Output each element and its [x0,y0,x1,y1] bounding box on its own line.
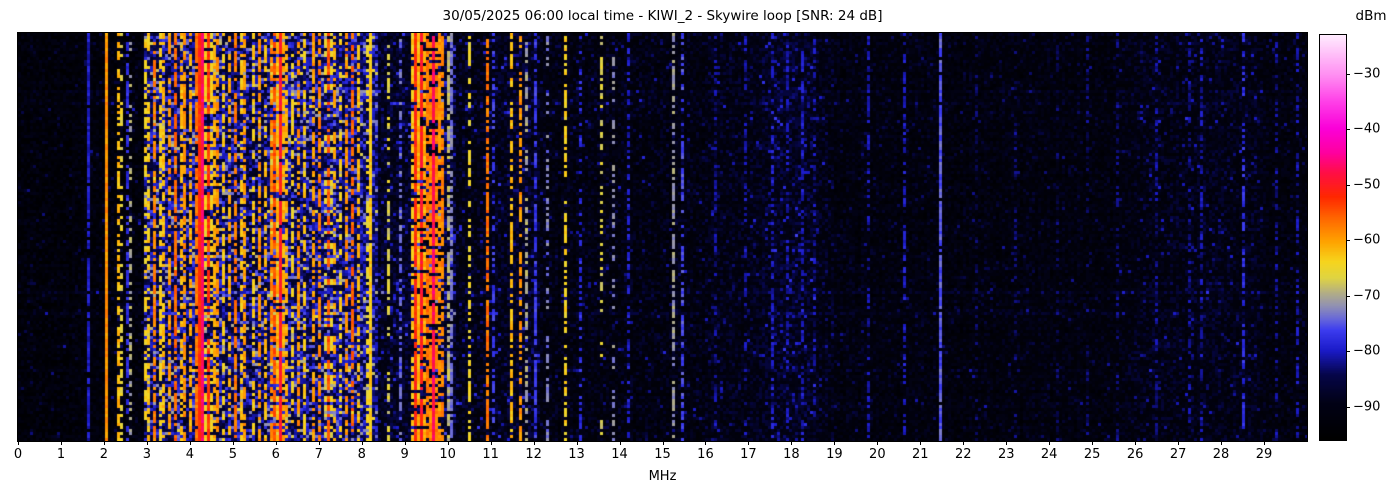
x-axis-tick [491,441,492,445]
x-axis-tick [319,441,320,445]
x-axis-tick [1178,441,1179,445]
x-axis-tick-label: 22 [955,447,972,462]
x-axis-tick [1221,441,1222,445]
x-axis-tick-label: 16 [697,447,714,462]
x-axis-tick-label: 29 [1256,447,1273,462]
x-axis-tick-label: 5 [229,447,237,462]
x-axis-tick-label: 27 [1170,447,1187,462]
x-axis-tick [663,441,664,445]
colorbar-tick-label: −30 [1353,66,1380,81]
x-axis-label: MHz [18,469,1307,484]
x-axis-tick-label: 10 [439,447,456,462]
x-axis-tick [233,441,234,445]
x-axis-tick-label: 26 [1127,447,1144,462]
x-axis-tick-label: 15 [654,447,671,462]
x-axis-tick-label: 23 [998,447,1015,462]
colorbar-tick [1346,129,1350,130]
x-axis-tick [1006,441,1007,445]
x-axis-tick [18,441,19,445]
spectrogram-canvas [18,33,1307,441]
x-axis-tick [104,441,105,445]
colorbar-tick [1346,240,1350,241]
x-axis-tick-label: 20 [869,447,886,462]
x-axis-tick [748,441,749,445]
x-axis-tick [1135,441,1136,445]
x-axis-tick-label: 14 [611,447,628,462]
x-axis-tick-label: 24 [1041,447,1058,462]
colorbar-tick [1346,185,1350,186]
x-axis-tick [963,441,964,445]
x-axis-tick-label: 17 [740,447,757,462]
spectrogram-plot-area [17,32,1308,442]
x-axis-tick-label: 19 [826,447,843,462]
x-axis-tick-label: 9 [401,447,409,462]
colorbar-tick-label: −70 [1353,288,1380,303]
x-axis-tick-label: 28 [1213,447,1230,462]
colorbar-tick-label: −40 [1353,122,1380,137]
colorbar-tick-label: −50 [1353,177,1380,192]
chart-title: 30/05/2025 06:00 local time - KIWI_2 - S… [18,8,1307,24]
x-axis-tick [61,441,62,445]
colorbar [1319,34,1347,441]
colorbar-tick-label: −60 [1353,233,1380,248]
x-axis-tick-label: 7 [315,447,323,462]
x-axis-tick-label: 0 [14,447,22,462]
x-axis-tick [534,441,535,445]
x-axis-tick-label: 12 [525,447,542,462]
x-axis-tick [1092,441,1093,445]
x-axis-tick [405,441,406,445]
x-axis-tick [834,441,835,445]
x-axis-tick-label: 3 [143,447,151,462]
x-axis-tick [190,441,191,445]
colorbar-canvas [1320,35,1346,440]
colorbar-tick-label: −90 [1353,399,1380,414]
x-axis-tick-label: 13 [568,447,585,462]
x-axis-tick [877,441,878,445]
x-axis-tick [920,441,921,445]
x-axis-tick-label: 8 [358,447,366,462]
x-axis-tick [1049,441,1050,445]
x-axis-tick-label: 6 [272,447,280,462]
x-axis-tick [276,441,277,445]
x-axis-tick-label: 2 [100,447,108,462]
colorbar-tick [1346,74,1350,75]
x-axis-tick-label: 11 [482,447,499,462]
x-axis-tick-label: 25 [1084,447,1101,462]
colorbar-tick-label: −80 [1353,344,1380,359]
x-axis-tick [1264,441,1265,445]
x-axis-tick [620,441,621,445]
colorbar-tick [1346,296,1350,297]
x-axis-tick [147,441,148,445]
x-axis-tick-label: 1 [57,447,65,462]
x-axis-tick [448,441,449,445]
x-axis-tick [577,441,578,445]
x-axis-tick [791,441,792,445]
x-axis-tick-label: 18 [783,447,800,462]
colorbar-tick [1346,407,1350,408]
x-axis-tick [362,441,363,445]
colorbar-unit-label: dBm [1336,8,1400,24]
x-axis-tick-label: 21 [912,447,929,462]
x-axis-tick [705,441,706,445]
x-axis-tick-label: 4 [186,447,194,462]
colorbar-tick [1346,351,1350,352]
spectrum-waterfall-figure: 30/05/2025 06:00 local time - KIWI_2 - S… [0,0,1400,500]
